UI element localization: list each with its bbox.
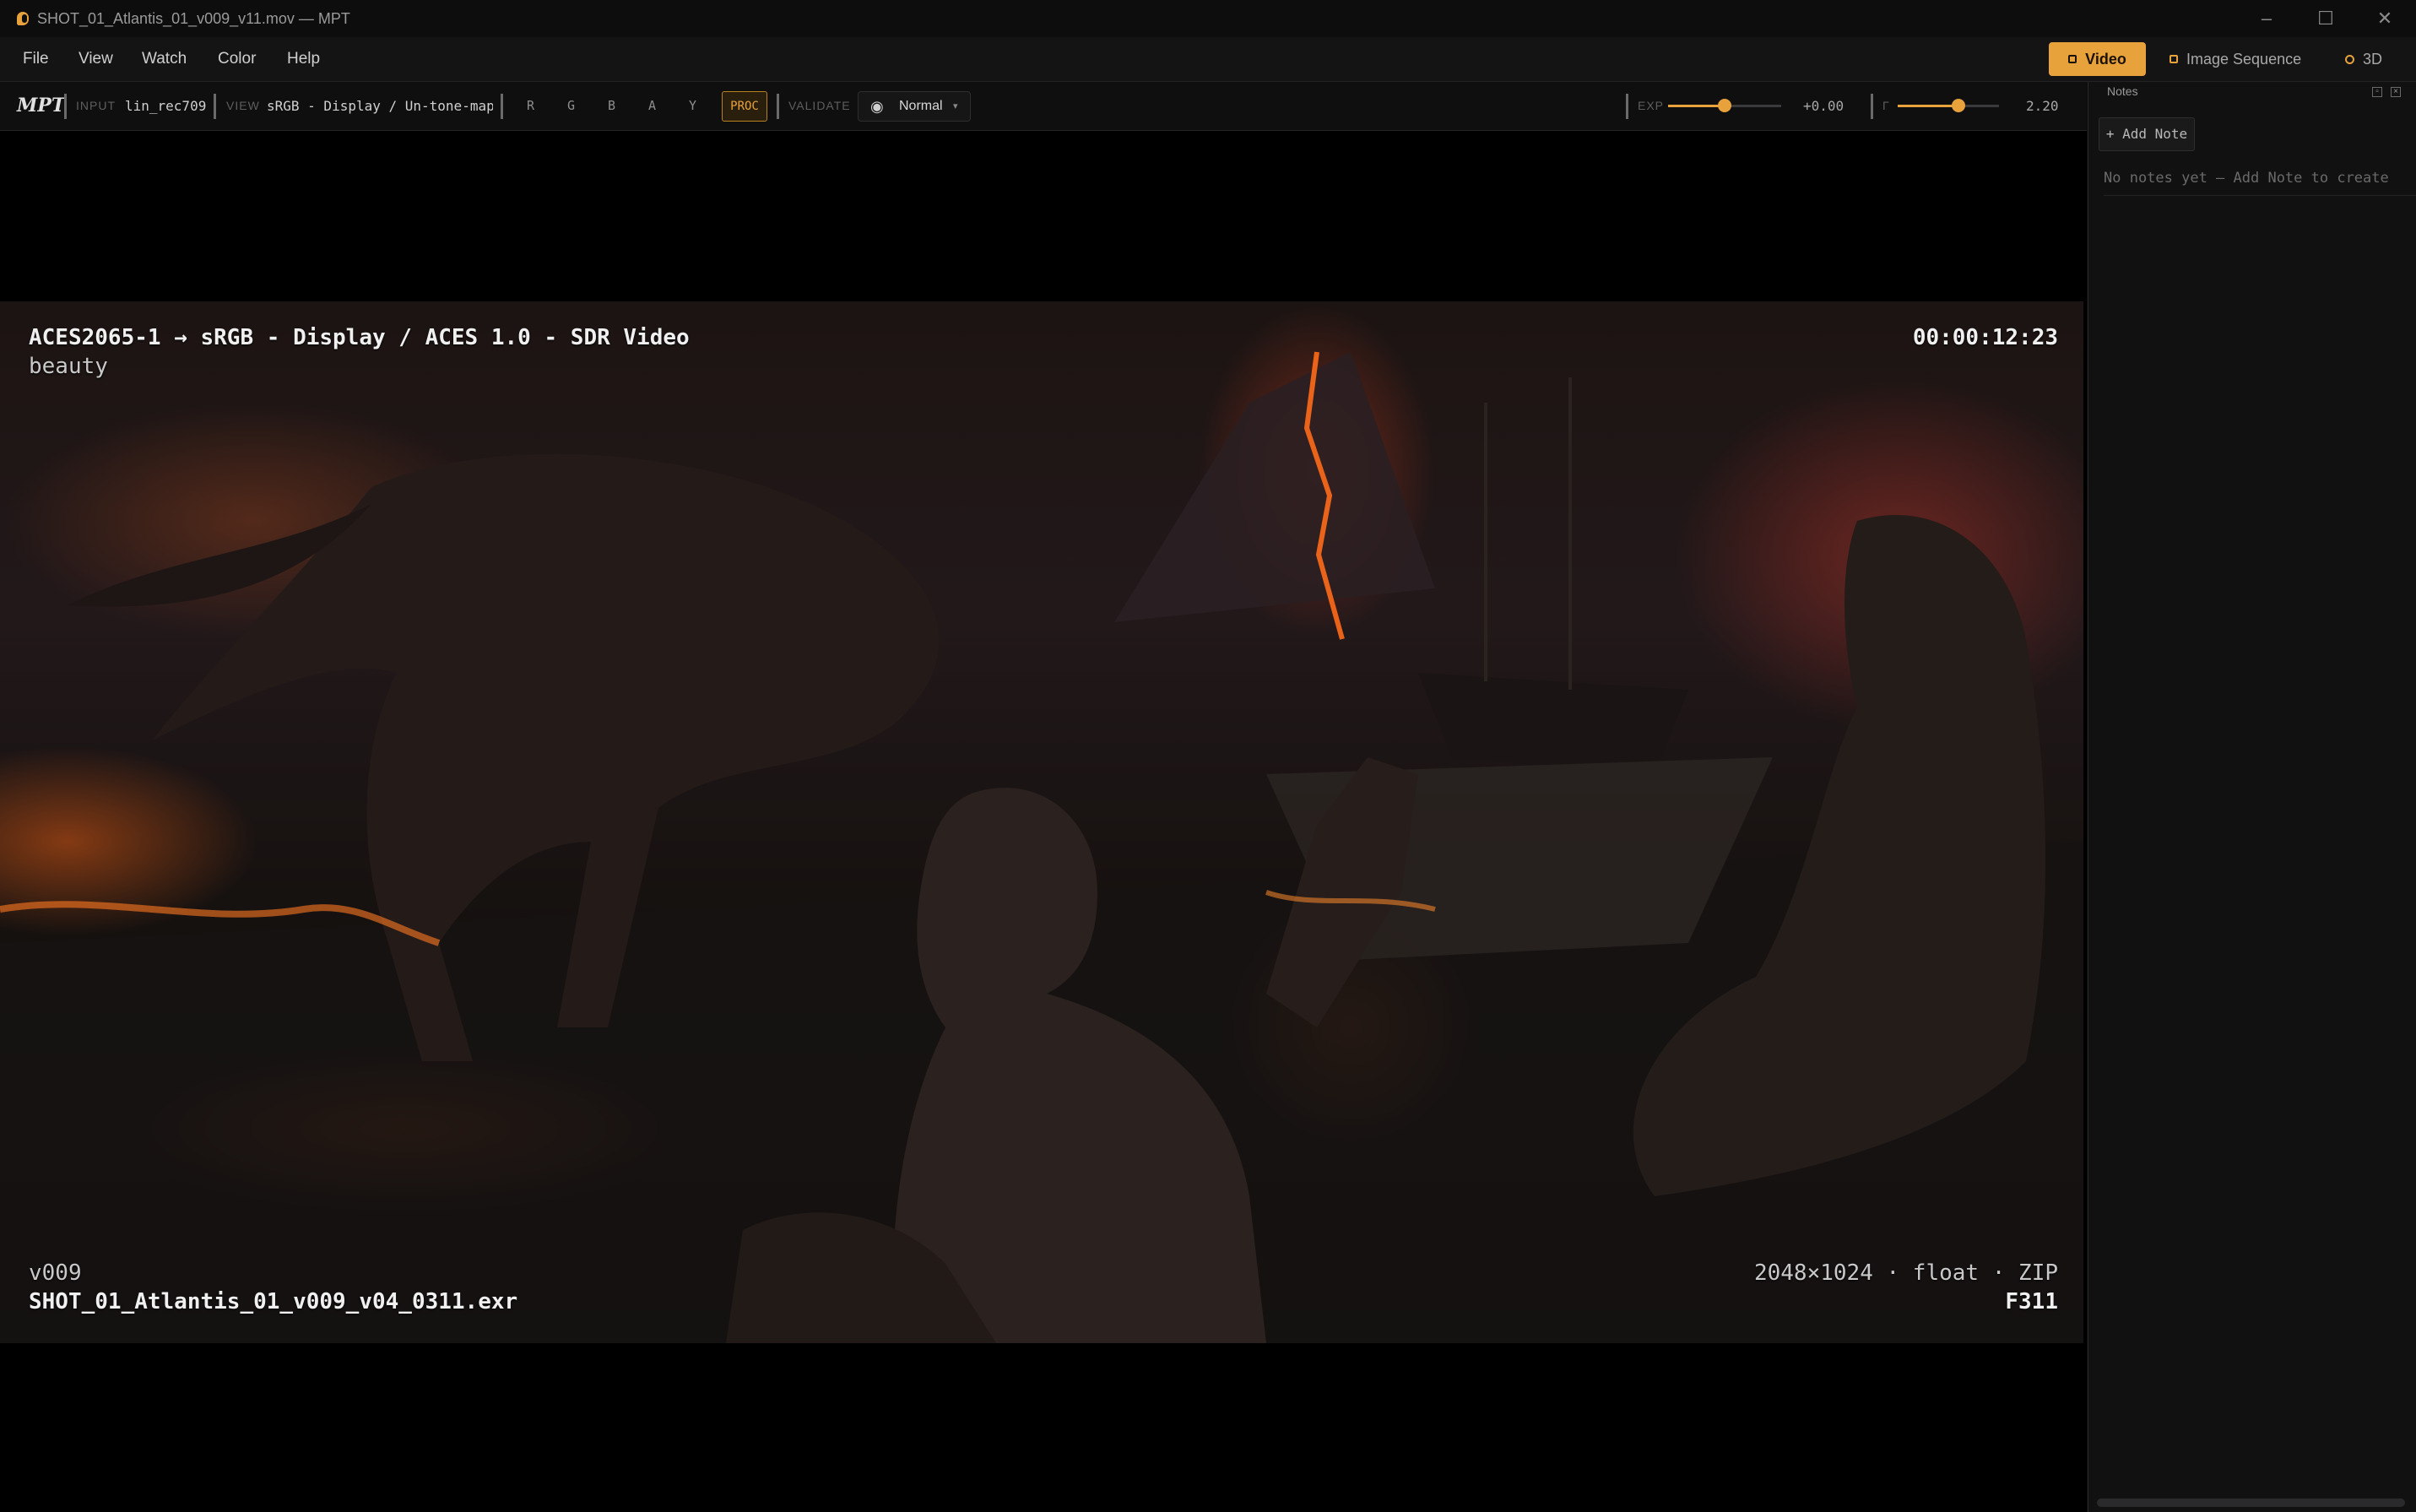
channel-y-button[interactable]: Y [689, 82, 696, 130]
channel-r-button[interactable]: R [527, 82, 534, 130]
format-info-overlay: 2048×1024 · float · ZIP [1753, 1260, 2058, 1286]
layer-overlay: beauty [29, 354, 108, 379]
close-panel-icon[interactable]: × [2391, 87, 2401, 97]
proc-toggle-button[interactable]: PROC [722, 91, 767, 122]
toolbar-separator [1626, 94, 1628, 119]
notes-panel-title: Notes [2107, 84, 2138, 98]
close-icon[interactable]: ✕ [2355, 0, 2414, 37]
menu-bar: File View Watch Color Help Video Image S… [0, 37, 2416, 82]
3d-icon [2345, 54, 2354, 64]
toolbar-separator [777, 94, 779, 119]
validate-mode-value: Normal [899, 99, 943, 113]
exposure-slider-knob[interactable] [1718, 99, 1731, 112]
toolbar-separator [1871, 94, 1873, 119]
input-caption: INPUT [76, 99, 116, 112]
menu-watch[interactable]: Watch [142, 37, 187, 81]
mode-3d-label: 3D [2363, 51, 2383, 68]
menu-view[interactable]: View [79, 37, 113, 81]
validate-caption: VALIDATE [788, 99, 851, 112]
exposure-caption: EXP [1638, 99, 1665, 112]
mode-video-label: Video [2085, 51, 2126, 68]
menu-color[interactable]: Color [218, 37, 256, 81]
menu-file[interactable]: File [23, 37, 49, 81]
frame-number-overlay: F311 [2005, 1289, 2058, 1314]
channel-a-button[interactable]: A [648, 82, 656, 130]
mode-image-sequence-label: Image Sequence [2186, 51, 2302, 68]
scene-illustration [0, 351, 2083, 1343]
eye-icon: ◉ [870, 98, 884, 115]
notes-empty-state: No notes yet — Add Note to create [2104, 161, 2416, 196]
mode-video-button[interactable]: Video [2049, 42, 2146, 76]
minimize-icon[interactable]: – [2237, 0, 2296, 37]
colorspace-overlay: ACES2065-1 → sRGB - Display / ACES 1.0 -… [29, 325, 690, 350]
validate-mode-select[interactable]: ◉ Normal ▾ [858, 91, 971, 122]
window-title: SHOT_01_Atlantis_01_v009_v11.mov — MPT [37, 9, 350, 27]
toolbar-separator [64, 94, 67, 119]
notes-panel: Notes ▫ × + Add Note No notes yet — Add … [2088, 82, 2416, 1512]
input-colorspace-select[interactable]: lin_rec709 [125, 82, 206, 130]
toolbar-separator [501, 94, 503, 119]
frame-image[interactable]: ACES2065-1 → sRGB - Display / ACES 1.0 -… [0, 301, 2083, 1343]
add-note-button[interactable]: + Add Note [2099, 117, 2195, 151]
gamma-value: 2.20 [2026, 98, 2059, 114]
toolbar-separator [214, 94, 216, 119]
version-overlay: v009 [29, 1260, 82, 1286]
title-bar: SHOT_01_Atlantis_01_v009_v11.mov — MPT –… [0, 0, 2416, 37]
mode-3d-button[interactable]: 3D [2345, 42, 2382, 76]
video-icon [2068, 55, 2077, 63]
mode-image-sequence-button[interactable]: Image Sequence [2170, 42, 2301, 76]
filename-overlay: SHOT_01_Atlantis_01_v009_v04_0311.exr [29, 1289, 518, 1314]
image-viewer[interactable]: ACES2065-1 → sRGB - Display / ACES 1.0 -… [0, 131, 2087, 1512]
view-transform-select[interactable]: sRGB - Display / Un-tone-map… [267, 82, 493, 130]
exposure-slider-fill [1668, 105, 1725, 107]
undock-panel-icon[interactable]: ▫ [2372, 87, 2382, 97]
app-logo-icon [17, 10, 29, 27]
gamma-slider-fill [1898, 105, 1958, 107]
menu-help[interactable]: Help [287, 37, 320, 81]
maximize-icon[interactable]: ☐ [2296, 0, 2355, 37]
gamma-slider-knob[interactable] [1952, 99, 1965, 112]
image-sequence-icon [2170, 55, 2178, 63]
viewer-toolbar: MPT INPUT lin_rec709 VIEW sRGB - Display… [0, 82, 2087, 131]
timecode-overlay: 00:00:12:23 [1912, 325, 2058, 350]
channel-g-button[interactable]: G [567, 82, 575, 130]
exposure-value: +0.00 [1803, 98, 1845, 114]
toolbar-logo: MPT [17, 95, 66, 117]
channel-b-button[interactable]: B [608, 82, 615, 130]
chevron-down-icon: ▾ [953, 101, 958, 111]
view-caption: VIEW [226, 99, 260, 112]
notes-scrollbar[interactable] [2097, 1498, 2405, 1507]
gamma-caption: Γ [1882, 99, 1890, 112]
